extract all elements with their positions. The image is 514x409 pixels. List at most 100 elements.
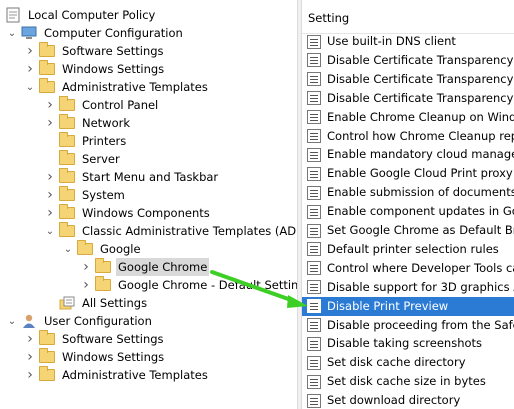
tree-item-label: Google — [100, 242, 141, 256]
tree-item-label: Control Panel — [82, 98, 159, 112]
computer-icon — [20, 24, 38, 42]
setting-row[interactable]: Disable Print Preview — [302, 296, 514, 316]
tree-item[interactable]: › Windows Settings — [24, 60, 166, 78]
tree-item[interactable]: › Software Settings — [24, 330, 166, 348]
chevron-right-icon[interactable]: › — [44, 204, 56, 222]
chevron-right-icon[interactable]: › — [44, 168, 56, 186]
column-header-label: Setting — [308, 11, 350, 25]
setting-row[interactable]: Disable proceeding from the Safe Br — [302, 316, 514, 335]
setting-row[interactable]: Enable Chrome Cleanup on Window — [302, 108, 514, 127]
setting-label: Default printer selection rules — [327, 241, 499, 256]
setting-label: Control where Developer Tools can b — [327, 260, 514, 275]
tree-item-label: Windows Settings — [62, 350, 165, 364]
setting-row[interactable]: Disable Certificate Transparency enfo — [302, 51, 514, 70]
chevron-right-icon[interactable]: › — [80, 258, 92, 276]
tree-item[interactable]: › Google Chrome - Default Settings — [80, 276, 297, 294]
tree-item[interactable]: › Start Menu and Taskbar — [44, 168, 220, 186]
setting-row[interactable]: Enable mandatory cloud manageme — [302, 145, 514, 164]
setting-label: Control how Chrome Cleanup repor — [327, 128, 514, 143]
setting-label: Enable Chrome Cleanup on Window — [327, 109, 514, 124]
tree-item[interactable]: › Software Settings — [24, 42, 166, 60]
tree-item[interactable]: › Google Chrome — [80, 258, 210, 276]
tree-root[interactable]: Local Computer Policy — [2, 6, 157, 24]
tree-item[interactable]: › System — [44, 186, 127, 204]
tree-item[interactable]: › Control Panel — [44, 96, 160, 114]
setting-row[interactable]: Disable taking screenshots — [302, 334, 514, 353]
tree-item-label: Windows Components — [82, 206, 210, 220]
policy-setting-icon — [307, 280, 321, 295]
column-header-setting[interactable]: Setting — [302, 0, 514, 34]
policy-setting-icon — [307, 166, 321, 181]
tree-item-label: Google Chrome - Default Settings — [118, 278, 297, 292]
setting-label: Enable Google Cloud Print proxy — [327, 166, 513, 181]
chevron-right-icon[interactable]: › — [44, 114, 56, 132]
chevron-down-icon[interactable]: ⌄ — [24, 78, 36, 96]
chevron-right-icon[interactable]: › — [80, 276, 92, 294]
chevron-right-icon[interactable]: › — [44, 186, 56, 204]
chevron-down-icon[interactable]: ⌄ — [62, 240, 74, 258]
chevron-right-icon[interactable]: › — [44, 96, 56, 114]
setting-row[interactable]: Enable submission of documents to — [302, 183, 514, 202]
folder-icon — [58, 204, 76, 222]
folder-icon — [38, 60, 56, 78]
tree-item-label: Start Menu and Taskbar — [82, 170, 219, 184]
tree-item[interactable]: All Settings — [44, 294, 149, 312]
setting-row[interactable]: Set Google Chrome as Default Brows — [302, 221, 514, 240]
setting-row[interactable]: Use built-in DNS client — [302, 32, 514, 51]
setting-row[interactable]: Set disk cache directory — [302, 353, 514, 372]
settings-pane[interactable]: Setting Use built-in DNS client Disable C… — [302, 0, 514, 409]
setting-label: Set Google Chrome as Default Brows — [327, 223, 514, 237]
policy-setting-icon — [307, 91, 321, 106]
tree-item[interactable]: ⌄ Computer Configuration — [6, 24, 185, 42]
folder-icon — [76, 240, 94, 258]
setting-row[interactable]: Set download directory — [302, 391, 514, 409]
folder-icon — [38, 42, 56, 60]
tree-item[interactable]: ⌄ Classic Administrative Templates (ADM) — [44, 222, 297, 240]
setting-label: Set disk cache size in bytes — [327, 374, 486, 389]
setting-row[interactable]: Disable Certificate Transparency enfo — [302, 70, 514, 89]
setting-row[interactable]: Disable Certificate Transparency enfo — [302, 89, 514, 108]
tree-item-label: Printers — [82, 134, 127, 148]
folder-icon — [58, 114, 76, 132]
tree-item[interactable]: Printers — [44, 132, 128, 150]
tree-item[interactable]: › Windows Components — [44, 204, 212, 222]
tree-item-label: Software Settings — [62, 332, 164, 346]
setting-label: Use built-in DNS client — [327, 34, 456, 48]
tree-root-label: Local Computer Policy — [28, 8, 156, 22]
policy-setting-icon — [307, 393, 321, 408]
chevron-down-icon[interactable]: ⌄ — [44, 222, 56, 240]
tree-item[interactable]: › Windows Settings — [24, 348, 166, 366]
policy-icon — [4, 6, 22, 24]
setting-label: Enable component updates in Goog — [327, 204, 514, 219]
tree-item-label: Administrative Templates — [62, 80, 208, 94]
policy-setting-icon — [307, 299, 321, 314]
policy-setting-icon — [307, 223, 321, 238]
chevron-right-icon[interactable]: › — [24, 42, 36, 60]
chevron-right-icon[interactable]: › — [24, 366, 36, 384]
tree-item[interactable]: ⌄ User Configuration — [6, 312, 154, 330]
chevron-right-icon[interactable]: › — [24, 348, 36, 366]
setting-label: Enable submission of documents to — [327, 185, 514, 200]
tree-item[interactable]: › Network — [44, 114, 132, 132]
tree-item[interactable]: › Administrative Templates — [24, 366, 210, 384]
tree-item-label: Classic Administrative Templates (ADM) — [82, 224, 297, 238]
tree-item[interactable]: Server — [44, 150, 122, 168]
setting-row[interactable]: Control where Developer Tools can b — [302, 259, 514, 278]
setting-label: Disable support for 3D graphics APIs — [327, 279, 514, 294]
setting-row[interactable]: Enable component updates in Goog — [302, 202, 514, 221]
chevron-down-icon[interactable]: ⌄ — [6, 312, 18, 330]
setting-row[interactable]: Disable support for 3D graphics APIs — [302, 278, 514, 297]
setting-row[interactable]: Default printer selection rules — [302, 240, 514, 259]
setting-row[interactable]: Control how Chrome Cleanup repor — [302, 127, 514, 146]
tree-pane[interactable]: Local Computer Policy ⌄ Computer Configur… — [0, 0, 297, 409]
setting-row[interactable]: Enable Google Cloud Print proxy — [302, 164, 514, 183]
chevron-right-icon[interactable]: › — [24, 330, 36, 348]
tree-item-label: Software Settings — [62, 44, 164, 58]
tree-item[interactable]: ⌄ Google — [62, 240, 143, 258]
chevron-down-icon[interactable]: ⌄ — [6, 24, 18, 42]
setting-row[interactable]: Set disk cache size in bytes — [302, 372, 514, 391]
chevron-right-icon[interactable]: › — [24, 60, 36, 78]
tree-item[interactable]: ⌄ Administrative Templates — [24, 78, 210, 96]
policy-setting-icon — [307, 261, 321, 276]
